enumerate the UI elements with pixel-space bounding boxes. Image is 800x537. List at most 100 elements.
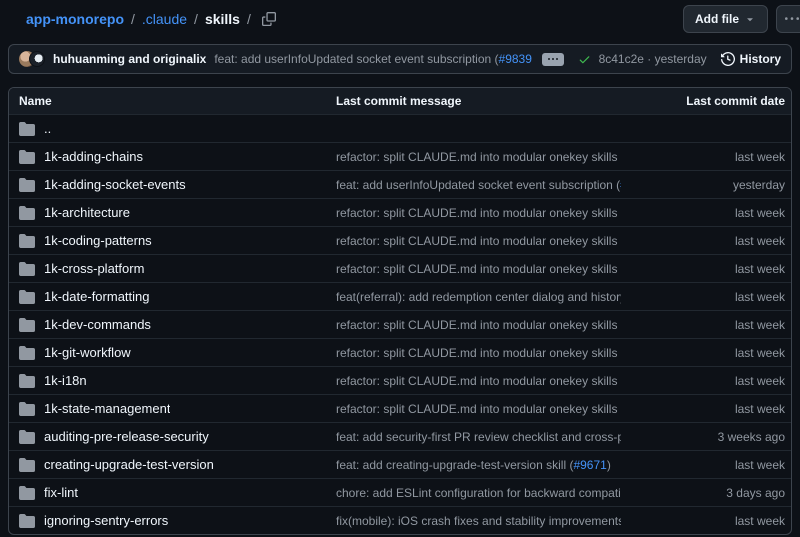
folder-icon	[19, 261, 35, 277]
commit-message-link[interactable]: feat: add security-first PR review check…	[336, 430, 621, 444]
commit-message-link[interactable]: feat: add creating-upgrade-test-version …	[336, 458, 569, 472]
column-header-name: Name	[9, 94, 336, 108]
commit-date: last week	[621, 206, 791, 220]
commit-message-link[interactable]: refactor: split CLAUDE.md into modular o…	[336, 346, 621, 360]
kebab-icon	[785, 12, 799, 26]
commit-date: 3 weeks ago	[621, 430, 791, 444]
folder-name-link[interactable]: 1k-i18n	[44, 373, 87, 388]
commit-message-link[interactable]: refactor: split CLAUDE.md into modular o…	[336, 318, 621, 332]
parent-directory-row: ..	[9, 114, 791, 142]
folder-name-link[interactable]: 1k-date-formatting	[44, 289, 150, 304]
folder-name-link[interactable]: 1k-architecture	[44, 205, 130, 220]
breadcrumb: app-monorepo / .claude / skills /	[26, 11, 276, 27]
column-header-message: Last commit message	[336, 94, 621, 108]
files-table: Name Last commit message Last commit dat…	[8, 87, 792, 535]
folder-name-link[interactable]: fix-lint	[44, 485, 78, 500]
folder-name-link[interactable]: 1k-cross-platform	[44, 261, 144, 276]
table-row: ignoring-sentry-errors fix(mobile): iOS …	[9, 506, 791, 534]
breadcrumb-separator: /	[247, 11, 251, 27]
folder-name-link[interactable]: 1k-adding-chains	[44, 149, 143, 164]
commit-time: yesterday	[655, 52, 707, 66]
checks-status-icon[interactable]	[578, 53, 591, 66]
folder-name-link[interactable]: 1k-dev-commands	[44, 317, 151, 332]
commit-date: last week	[621, 234, 791, 248]
copy-icon	[262, 12, 276, 26]
table-row: creating-upgrade-test-version feat: add …	[9, 450, 791, 478]
commit-message-link[interactable]: feat: add userInfoUpdated socket event s…	[336, 178, 616, 192]
column-header-date: Last commit date	[621, 94, 791, 108]
commit-message-link[interactable]: refactor: split CLAUDE.md into modular o…	[336, 374, 621, 388]
commit-sha-time[interactable]: 8c41c2e · yesterday	[599, 52, 707, 66]
folder-icon	[19, 401, 35, 417]
pr-link[interactable]: #9839	[499, 52, 532, 66]
commit-message-link[interactable]: refactor: split CLAUDE.md into modular o…	[336, 262, 621, 276]
folder-name-link[interactable]: ignoring-sentry-errors	[44, 513, 168, 528]
commit-date: last week	[621, 150, 791, 164]
table-row: 1k-date-formatting feat(referral): add r…	[9, 282, 791, 310]
folder-name-link[interactable]: creating-upgrade-test-version	[44, 457, 214, 472]
history-button[interactable]: History	[721, 52, 781, 66]
avatar	[29, 51, 45, 67]
commit-date: last week	[621, 374, 791, 388]
table-row: fix-lint chore: add ESLint configuration…	[9, 478, 791, 506]
folder-name-link[interactable]: 1k-coding-patterns	[44, 233, 152, 248]
commit-message-link[interactable]: refactor: split CLAUDE.md into modular o…	[336, 206, 621, 220]
latest-commit-bar: huhuanming and originalix feat: add user…	[8, 44, 792, 74]
table-row: 1k-architecture refactor: split CLAUDE.m…	[9, 198, 791, 226]
commit-date: last week	[621, 262, 791, 276]
page-actions: Add file	[683, 5, 800, 33]
commit-message-link[interactable]: refactor: split CLAUDE.md into modular o…	[336, 150, 621, 164]
commit-message-link[interactable]: refactor: split CLAUDE.md into modular o…	[336, 234, 621, 248]
commit-date: last week	[621, 402, 791, 416]
commit-date: yesterday	[621, 178, 791, 192]
commit-message-link[interactable]: feat(referral): add redemption center di…	[336, 290, 621, 304]
folder-name-link[interactable]: 1k-state-management	[44, 401, 170, 416]
folder-name-link[interactable]: auditing-pre-release-security	[44, 429, 209, 444]
commit-message-link[interactable]: fix(mobile): iOS crash fixes and stabili…	[336, 514, 621, 528]
commit-authors-link[interactable]: huhuanming and originalix	[53, 52, 206, 66]
files-table-header: Name Last commit message Last commit dat…	[9, 88, 791, 114]
table-row: 1k-adding-chains refactor: split CLAUDE.…	[9, 142, 791, 170]
folder-icon	[19, 289, 35, 305]
commit-message-link[interactable]: chore: add ESLint configuration for back…	[336, 486, 621, 500]
commit-message-link[interactable]: feat: add userInfoUpdated socket event s…	[214, 52, 491, 66]
folder-icon	[19, 457, 35, 473]
copy-path-button[interactable]	[262, 12, 276, 26]
commit-date: last week	[621, 346, 791, 360]
folder-name-link[interactable]: 1k-adding-socket-events	[44, 177, 186, 192]
file-rows: .. 1k-adding-chains refactor: split CLAU…	[9, 114, 791, 534]
pr-ref: (#9671)	[569, 458, 610, 472]
add-file-label: Add file	[695, 12, 739, 26]
parent-directory-link[interactable]: ..	[44, 121, 51, 136]
folder-icon	[19, 121, 35, 137]
folder-icon	[19, 429, 35, 445]
folder-name-link[interactable]: 1k-git-workflow	[44, 345, 131, 360]
dot-separator: ·	[647, 52, 651, 66]
more-options-button[interactable]	[776, 5, 800, 33]
breadcrumb-separator: /	[194, 11, 198, 27]
table-row: 1k-state-management refactor: split CLAU…	[9, 394, 791, 422]
commit-sha[interactable]: 8c41c2e	[599, 52, 644, 66]
commit-date: 3 days ago	[621, 486, 791, 500]
history-icon	[721, 52, 735, 66]
breadcrumb-separator: /	[131, 11, 135, 27]
breadcrumb-repo-link[interactable]: app-monorepo	[26, 11, 124, 27]
commit-date: last week	[621, 458, 791, 472]
commit-message: feat: add userInfoUpdated socket event s…	[214, 52, 531, 66]
folder-icon	[19, 205, 35, 221]
commit-authors-avatars[interactable]	[19, 51, 45, 67]
pr-ref: (#9839)	[495, 52, 532, 66]
commit-meta: 8c41c2e · yesterday History	[599, 52, 781, 66]
table-row: 1k-dev-commands refactor: split CLAUDE.m…	[9, 310, 791, 338]
table-row: 1k-git-workflow refactor: split CLAUDE.m…	[9, 338, 791, 366]
folder-icon	[19, 513, 35, 529]
add-file-button[interactable]: Add file	[683, 5, 768, 33]
table-row: 1k-i18n refactor: split CLAUDE.md into m…	[9, 366, 791, 394]
commit-date: last week	[621, 318, 791, 332]
pr-link[interactable]: #9671	[573, 458, 606, 472]
breadcrumb-dir-link[interactable]: .claude	[142, 11, 187, 27]
folder-icon	[19, 485, 35, 501]
commit-description-toggle[interactable]	[542, 53, 564, 66]
folder-icon	[19, 373, 35, 389]
commit-message-link[interactable]: refactor: split CLAUDE.md into modular o…	[336, 402, 621, 416]
